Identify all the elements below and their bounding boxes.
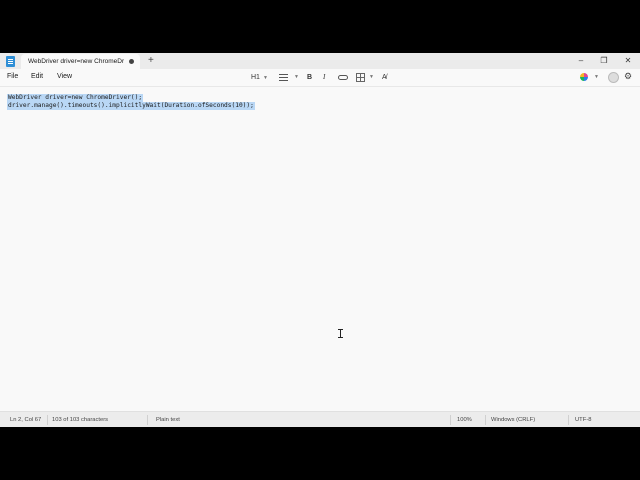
list-icon[interactable] xyxy=(279,74,288,81)
divider xyxy=(47,415,48,425)
menu-file[interactable]: File xyxy=(7,72,18,82)
mouse-ibeam-cursor-icon xyxy=(338,329,343,338)
cursor-position: Ln 2, Col 67 xyxy=(10,417,42,423)
chevron-down-icon: ▼ xyxy=(262,75,268,81)
notepad-window: WebDriver driver=new ChromeDriver + – ❐ … xyxy=(0,53,640,427)
gear-icon[interactable]: ⚙ xyxy=(624,71,632,82)
title-bar: WebDriver driver=new ChromeDriver + – ❐ … xyxy=(0,53,640,69)
divider xyxy=(450,415,451,425)
clear-formatting-button[interactable]: A̸ xyxy=(382,72,387,83)
link-icon[interactable] xyxy=(338,75,348,80)
zoom-level[interactable]: 100% xyxy=(457,416,472,424)
divider xyxy=(147,415,148,425)
tab-title: WebDriver driver=new ChromeDriver xyxy=(28,58,124,65)
unsaved-dot-icon[interactable] xyxy=(129,59,134,64)
text-format[interactable]: Plain text xyxy=(156,416,180,424)
new-tab-button[interactable]: + xyxy=(148,54,154,68)
maximize-button[interactable]: ❐ xyxy=(593,53,615,69)
encoding[interactable]: UTF-8 xyxy=(575,416,591,424)
document-tab[interactable]: WebDriver driver=new ChromeDriver xyxy=(21,54,140,69)
chevron-down-icon[interactable]: ▼ xyxy=(369,72,374,83)
bold-button[interactable]: B xyxy=(307,72,312,83)
table-icon[interactable] xyxy=(356,73,365,82)
account-icon[interactable] xyxy=(608,72,619,83)
copilot-icon[interactable] xyxy=(580,73,588,81)
code-line[interactable]: WebDriver driver=new ChromeDriver(); xyxy=(7,94,144,102)
menu-view[interactable]: View xyxy=(57,72,72,82)
character-count: 103 of 103 characters xyxy=(52,417,109,423)
divider xyxy=(485,415,486,425)
menu-bar: File Edit View H1 ▼ ▼ B I ▼ A̸ ▼ ⚙ xyxy=(0,69,640,87)
heading-dropdown[interactable]: H1 ▼ xyxy=(251,72,268,83)
close-button[interactable]: ✕ xyxy=(617,53,639,69)
status-bar: Ln 2, Col 67 103 of 103 characters Plain… xyxy=(0,411,640,427)
divider xyxy=(568,415,569,425)
notepad-app-icon xyxy=(6,56,15,67)
text-editor[interactable]: WebDriver driver=new ChromeDriver(); dri… xyxy=(0,87,640,411)
minimize-button[interactable]: – xyxy=(570,53,592,69)
code-line[interactable]: driver.manage().timeouts().implicitlyWai… xyxy=(7,102,255,110)
chevron-down-icon[interactable]: ▼ xyxy=(594,72,599,83)
menu-edit[interactable]: Edit xyxy=(31,72,43,82)
italic-button[interactable]: I xyxy=(323,72,325,83)
heading-label: H1 xyxy=(251,74,260,81)
line-ending[interactable]: Windows (CRLF) xyxy=(491,416,535,424)
chevron-down-icon[interactable]: ▼ xyxy=(294,72,299,83)
